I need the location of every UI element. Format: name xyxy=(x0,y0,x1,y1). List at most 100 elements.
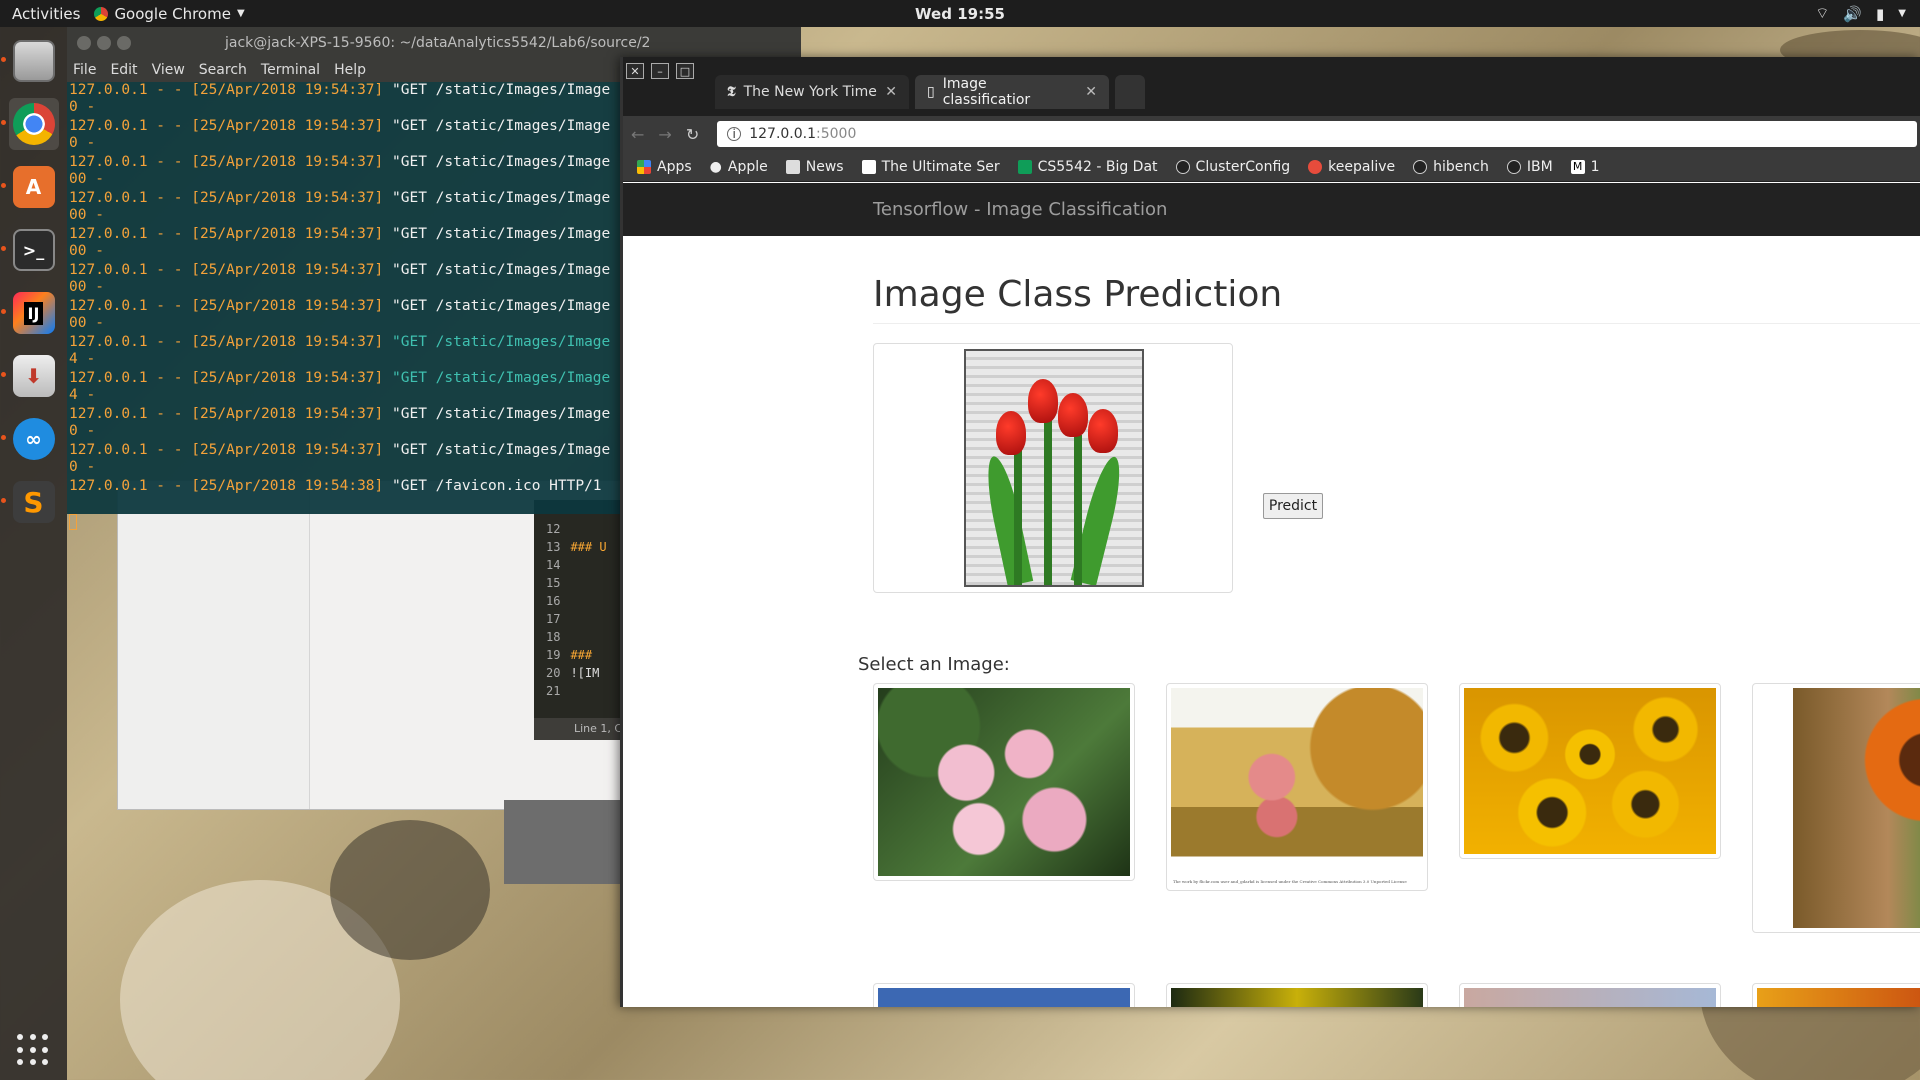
volume-icon[interactable]: 🔊 xyxy=(1843,5,1862,23)
tab-label: Image classificatior xyxy=(942,76,1031,108)
close-icon[interactable]: ✕ xyxy=(885,84,897,100)
bookmark-ibm[interactable]: IBM xyxy=(1506,159,1553,175)
reload-icon[interactable]: ↻ xyxy=(686,125,699,144)
back-icon[interactable]: ← xyxy=(631,125,644,144)
tab-strip[interactable]: ✕ – □ 𝕿 The New York Time ✕ ▯ Image clas… xyxy=(623,57,1920,116)
tab-image-classification[interactable]: ▯ Image classificatior ✕ xyxy=(915,75,1109,109)
log-request: "GET /static/Images/Image xyxy=(392,262,611,278)
battery-icon[interactable]: ▮ xyxy=(1876,5,1884,23)
wifi-icon[interactable]: ⌔ xyxy=(1815,4,1829,23)
ask-icon xyxy=(1308,159,1323,174)
bookmark-hibench[interactable]: hibench xyxy=(1413,159,1489,175)
dock-chrome[interactable] xyxy=(0,98,59,150)
launcher-dock: A >_ IJ ⬇ ∞ S xyxy=(0,27,67,1080)
thumbnail-garden-rose[interactable]: The work by flickr.com user and_gdarkd i… xyxy=(1166,683,1428,891)
thumbnail-sunflower[interactable] xyxy=(1752,683,1920,933)
tab-nytimes[interactable]: 𝕿 The New York Time ✕ xyxy=(715,75,909,109)
dock-app-blue[interactable]: ∞ xyxy=(0,413,59,465)
menu-search[interactable]: Search xyxy=(199,62,247,78)
thumbnail-row2-1[interactable] xyxy=(873,983,1135,1007)
forward-icon[interactable]: → xyxy=(658,125,671,144)
editor-line: 19 ### xyxy=(546,648,593,662)
infinity-icon: ∞ xyxy=(12,418,55,460)
page-content[interactable]: Tensorflow - Image Classification Image … xyxy=(623,183,1920,1007)
tab-label: The New York Time xyxy=(743,84,877,100)
thumbnail-row2-4[interactable] xyxy=(1752,983,1920,1007)
minimize-icon[interactable]: – xyxy=(651,63,669,79)
menu-edit[interactable]: Edit xyxy=(110,62,137,78)
log-prefix: 127.0.0.1 - - [25/Apr/2018 19:54:37] xyxy=(69,370,393,386)
bookmark-clusterconfig[interactable]: ClusterConfig xyxy=(1175,159,1290,175)
sublime-editor-window[interactable]: 12 13 ### U 14 15 16 17 18 19 ### 20 ![IM 2… xyxy=(534,500,624,740)
show-apps-icon[interactable] xyxy=(17,1034,49,1066)
folder-icon xyxy=(785,159,800,174)
sheets-icon xyxy=(1017,159,1032,174)
log-prefix: 127.0.0.1 - - [25/Apr/2018 19:54:37] xyxy=(69,226,393,242)
editor-line: 17 xyxy=(546,612,561,626)
sublime-icon: S xyxy=(12,481,55,523)
chevron-down-icon[interactable]: ▼ xyxy=(1898,8,1906,19)
log-prefix: 127.0.0.1 - - [25/Apr/2018 19:54:37] xyxy=(69,442,393,458)
address-bar[interactable]: i 127.0.0.1 :5000 xyxy=(717,121,1918,147)
editor-status-bar: Line 1, C xyxy=(534,718,624,740)
clock[interactable]: Wed 19:55 xyxy=(0,5,1920,23)
top-panel: Activities Google Chrome ▼ Wed 19:55 ⌔ 🔊… xyxy=(0,0,1920,27)
dock-files[interactable] xyxy=(0,35,59,87)
thumbnail-row2-2[interactable] xyxy=(1166,983,1428,1007)
activities-button[interactable]: Activities xyxy=(0,5,94,23)
site-navbar: Tensorflow - Image Classification xyxy=(623,183,1920,236)
sunflower-image xyxy=(1793,688,1920,928)
minimize-icon[interactable] xyxy=(97,35,111,50)
dock-sublime[interactable]: S xyxy=(0,476,59,528)
bookmark-apps[interactable]: Apps xyxy=(637,159,692,175)
log-prefix: 127.0.0.1 - - [25/Apr/2018 19:54:37] xyxy=(69,154,393,170)
thumbnail-roses[interactable] xyxy=(873,683,1135,881)
dock-installer[interactable]: ⬇ xyxy=(0,350,59,402)
menu-view[interactable]: View xyxy=(152,62,185,78)
thumbnail-row2-3[interactable] xyxy=(1459,983,1721,1007)
close-icon[interactable]: ✕ xyxy=(626,63,644,79)
bookmark-medium[interactable]: M1 xyxy=(1570,159,1600,175)
log-prefix: 127.0.0.1 - - [25/Apr/2018 19:54:37] xyxy=(69,82,393,98)
sunflower-field-image xyxy=(1464,688,1716,854)
log-prefix: 127.0.0.1 - - [25/Apr/2018 19:54:37] xyxy=(69,406,393,422)
maximize-icon[interactable]: □ xyxy=(676,63,694,79)
info-icon[interactable]: i xyxy=(727,127,742,141)
background-window xyxy=(504,800,624,884)
url-host: 127.0.0.1 xyxy=(749,126,817,142)
bookmark-news[interactable]: News xyxy=(785,159,844,175)
orange-flowers-image xyxy=(1757,988,1920,1007)
log-prefix: 127.0.0.1 - - [25/Apr/2018 19:54:37] xyxy=(69,298,393,314)
selected-image-preview xyxy=(873,343,1233,593)
blue-sky-image xyxy=(878,988,1130,1007)
new-tab-button[interactable] xyxy=(1115,75,1145,109)
thumbnail-sunflower-field[interactable] xyxy=(1459,683,1721,859)
medium-icon: M xyxy=(1570,159,1585,174)
editor-line: 20 ![IM xyxy=(546,666,600,680)
dock-terminal[interactable]: >_ xyxy=(0,224,59,276)
log-prefix: 127.0.0.1 - - [25/Apr/2018 19:54:37] xyxy=(69,262,393,278)
system-tray[interactable]: ⌔ 🔊 ▮ ▼ xyxy=(1815,0,1906,27)
tulip-image xyxy=(964,349,1144,587)
close-icon[interactable] xyxy=(77,35,91,50)
wallpaper-blob xyxy=(330,820,490,960)
menu-terminal[interactable]: Terminal xyxy=(261,62,320,78)
chrome-window[interactable]: ✕ – □ 𝕿 The New York Time ✕ ▯ Image clas… xyxy=(620,57,1920,1007)
terminal-titlebar[interactable]: jack@jack-XPS-15-9560: ~/dataAnalytics55… xyxy=(67,27,801,58)
predict-button[interactable]: Predict xyxy=(1263,493,1323,519)
bookmark-ultimate[interactable]: The Ultimate Ser xyxy=(861,159,1000,175)
log-request: "GET /static/Images/Image xyxy=(392,442,611,458)
bookmark-apple[interactable]: ● Apple xyxy=(710,159,768,175)
app-menu[interactable]: Google Chrome ▼ xyxy=(94,5,245,23)
menu-help[interactable]: Help xyxy=(334,62,366,78)
close-icon[interactable]: ✕ xyxy=(1085,84,1097,100)
maximize-icon[interactable] xyxy=(117,35,131,50)
dock-software-center[interactable]: A xyxy=(0,161,59,213)
dock-intellij[interactable]: IJ xyxy=(0,287,59,339)
window-controls[interactable] xyxy=(77,35,131,50)
bookmark-cs5542[interactable]: CS5542 - Big Dat xyxy=(1017,159,1158,175)
navbar-brand[interactable]: Tensorflow - Image Classification xyxy=(873,199,1167,220)
menu-file[interactable]: File xyxy=(73,62,96,78)
bookmark-keepalive[interactable]: keepalive xyxy=(1308,159,1395,175)
nyt-icon: 𝕿 xyxy=(727,84,736,100)
